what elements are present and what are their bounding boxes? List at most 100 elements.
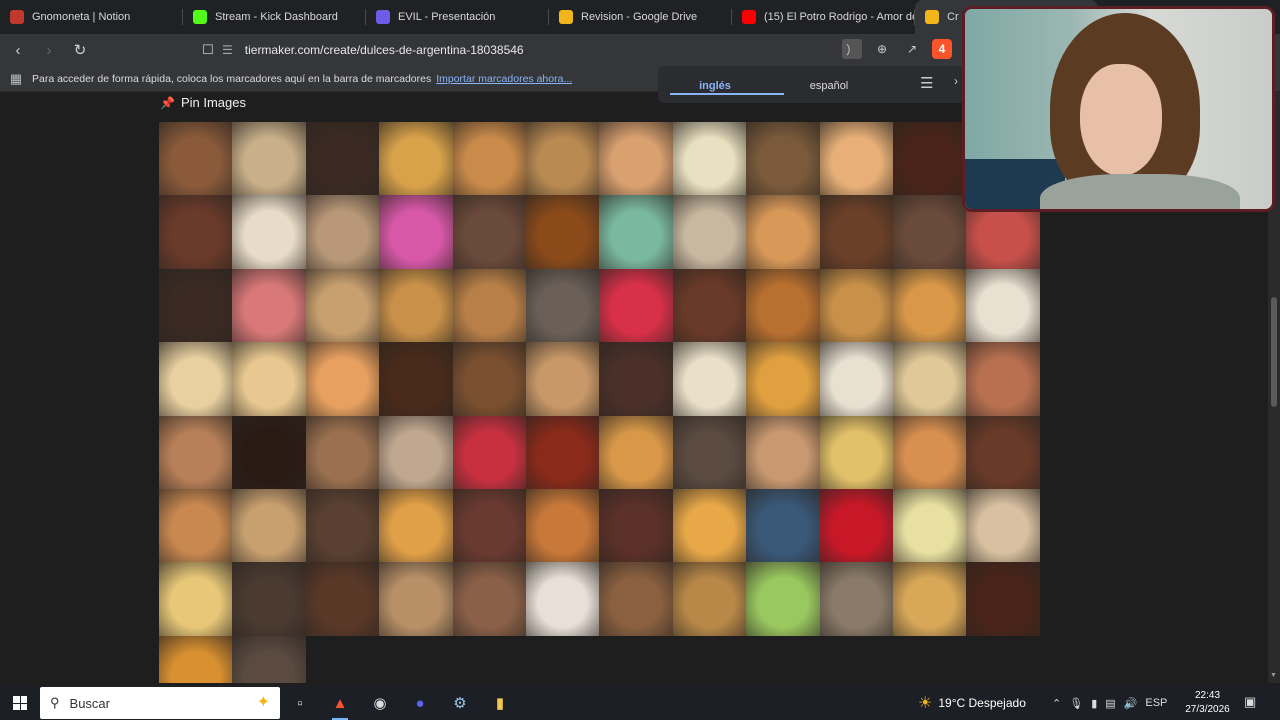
- apps-grid-icon[interactable]: ▦: [0, 71, 32, 87]
- tier-image-tile[interactable]: [672, 268, 747, 343]
- chevron-up-icon[interactable]: ⌃: [1052, 697, 1061, 710]
- file-explorer-icon[interactable]: ▮: [480, 686, 520, 720]
- tier-image-tile[interactable]: [452, 415, 526, 489]
- tier-image-tile[interactable]: [232, 342, 306, 416]
- tier-image-tile[interactable]: [819, 415, 893, 489]
- tier-image-tile[interactable]: [452, 122, 526, 196]
- tier-image-tile[interactable]: [232, 635, 306, 683]
- tier-image-tile[interactable]: [452, 268, 526, 343]
- tier-image-tile[interactable]: [599, 562, 673, 636]
- volume-icon[interactable]: 🔊: [1124, 697, 1138, 710]
- tier-image-tile[interactable]: [305, 415, 380, 489]
- tier-image-tile[interactable]: [892, 268, 967, 343]
- tier-image-tile[interactable]: [305, 562, 380, 636]
- tier-image-tile[interactable]: [379, 415, 453, 489]
- tier-image-tile[interactable]: [525, 415, 600, 489]
- tier-image-tile[interactable]: [746, 562, 820, 636]
- scrollbar-thumb[interactable]: [1271, 297, 1277, 407]
- tier-image-tile[interactable]: [452, 342, 526, 416]
- tier-image-tile[interactable]: [232, 195, 306, 269]
- browser-tab[interactable]: Gnomoneta | Notion: [0, 0, 183, 34]
- tier-image-tile[interactable]: [525, 342, 600, 416]
- steam-icon[interactable]: ⚙: [440, 686, 480, 720]
- reload-icon[interactable]: ↻: [67, 37, 93, 63]
- tier-image-tile[interactable]: [746, 268, 820, 343]
- task-view-icon[interactable]: ▫: [280, 686, 320, 720]
- tier-image-tile[interactable]: [305, 195, 380, 269]
- tier-image-tile[interactable]: [232, 122, 306, 196]
- battery-icon[interactable]: ▮: [1091, 697, 1097, 710]
- tier-image-tile[interactable]: [599, 342, 673, 416]
- tier-image-tile[interactable]: [232, 562, 306, 636]
- share-icon[interactable]: ↗: [902, 39, 922, 59]
- taskbar-search[interactable]: ⚲ Buscar ✦: [40, 687, 280, 719]
- tier-image-tile[interactable]: [599, 415, 673, 489]
- brave-shields-icon[interactable]: 4: [932, 39, 952, 59]
- tier-image-tile[interactable]: [379, 195, 453, 269]
- tier-image-tile[interactable]: [672, 122, 747, 196]
- tier-image-tile[interactable]: [525, 122, 600, 196]
- forward-icon[interactable]: ›: [36, 37, 62, 63]
- tier-image-tile[interactable]: [452, 562, 526, 636]
- chevron-right-icon[interactable]: ›: [954, 74, 958, 88]
- tier-image-tile[interactable]: [892, 488, 967, 563]
- tier-image-tile[interactable]: [159, 342, 233, 416]
- notification-icon[interactable]: ▣: [1244, 694, 1256, 710]
- tier-image-tile[interactable]: [892, 415, 967, 489]
- tier-image-tile[interactable]: [379, 562, 453, 636]
- back-icon[interactable]: ‹: [5, 37, 31, 63]
- tier-image-tile[interactable]: [672, 488, 747, 563]
- network-icon[interactable]: ▤: [1105, 697, 1115, 710]
- browser-tab[interactable]: (15) El Potro Rodrigo - Amor de: [732, 0, 915, 34]
- tier-image-tile[interactable]: [746, 122, 820, 196]
- tier-image-tile[interactable]: [672, 562, 747, 636]
- tier-image-tile[interactable]: [819, 562, 893, 636]
- tier-image-tile[interactable]: [159, 635, 233, 683]
- tier-image-tile[interactable]: [305, 488, 380, 563]
- tier-image-tile[interactable]: [159, 488, 233, 563]
- tier-image-tile[interactable]: [452, 195, 526, 269]
- language-indicator[interactable]: ESP: [1145, 697, 1167, 709]
- microphone-icon[interactable]: 🎙: [1069, 697, 1083, 710]
- tier-image-tile[interactable]: [232, 268, 306, 343]
- tier-image-tile[interactable]: [232, 415, 306, 489]
- tier-image-tile[interactable]: [746, 415, 820, 489]
- lang-option-spanish[interactable]: español: [772, 78, 886, 92]
- tier-image-tile[interactable]: [819, 122, 893, 196]
- tier-image-tile[interactable]: [305, 342, 380, 416]
- clock[interactable]: 22:43 27/3/2026: [1180, 689, 1235, 717]
- tier-image-tile[interactable]: [452, 488, 526, 563]
- tier-image-tile[interactable]: [525, 562, 600, 636]
- tier-image-tile[interactable]: [966, 268, 1040, 343]
- tier-image-tile[interactable]: [746, 195, 820, 269]
- tier-image-tile[interactable]: [966, 342, 1040, 416]
- tier-image-tile[interactable]: [966, 488, 1040, 563]
- tier-image-tile[interactable]: [819, 342, 893, 416]
- tier-image-tile[interactable]: [305, 268, 380, 343]
- tier-image-tile[interactable]: [672, 195, 747, 269]
- tier-image-tile[interactable]: [159, 195, 233, 269]
- lang-option-english[interactable]: inglés: [658, 78, 772, 92]
- browser-tab[interactable]: EVIL - Presentación: [366, 0, 549, 34]
- tier-image-tile[interactable]: [892, 562, 967, 636]
- tier-image-tile[interactable]: [379, 342, 453, 416]
- tier-image-tile[interactable]: [966, 562, 1040, 636]
- browser-tab[interactable]: Revision - Google Drive: [549, 0, 732, 34]
- zoom-icon[interactable]: ⊕: [872, 39, 892, 59]
- tier-image-tile[interactable]: [672, 342, 747, 416]
- tier-image-tile[interactable]: [599, 268, 673, 343]
- tier-image-tile[interactable]: [966, 415, 1040, 489]
- browser-tab[interactable]: Stream - Kick Dashboard: [183, 0, 366, 34]
- tier-image-tile[interactable]: [892, 342, 967, 416]
- tier-image-tile[interactable]: [599, 195, 673, 269]
- tier-image-tile[interactable]: [819, 268, 893, 343]
- tier-image-tile[interactable]: [599, 122, 673, 196]
- obs-icon[interactable]: ◉: [360, 686, 400, 720]
- tier-image-tile[interactable]: [599, 488, 673, 563]
- tier-image-tile[interactable]: [892, 122, 967, 196]
- tier-image-tile[interactable]: [232, 488, 306, 563]
- tier-image-tile[interactable]: [379, 268, 453, 343]
- tier-image-tile[interactable]: [159, 268, 233, 343]
- tier-image-tile[interactable]: [892, 195, 967, 269]
- discord-icon[interactable]: ●: [400, 686, 440, 720]
